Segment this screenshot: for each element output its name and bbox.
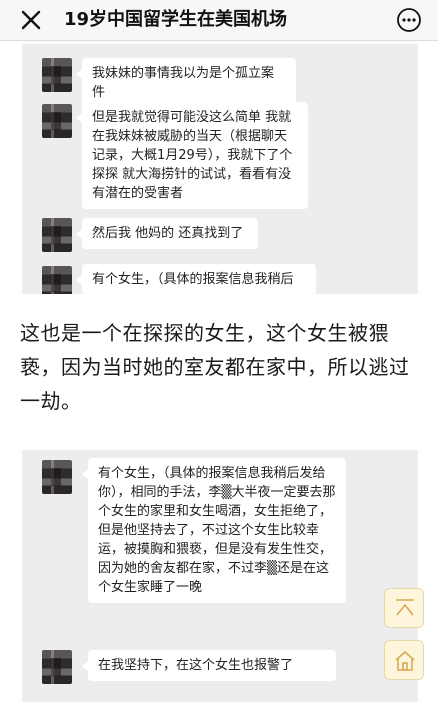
avatar	[42, 58, 72, 92]
article-paragraph: 这也是一个在探探的女生，这个女生被猥亵，因为当时她的室友都在家中，所以逃过一劫。	[20, 321, 410, 413]
page-title: 19岁中国留学生在美国机场	[64, 9, 288, 30]
chevron-up-icon	[396, 599, 414, 616]
chat-screenshot-1: 我妹妹的事情我以为是个孤立案件 但是我就觉得可能没这么简单 我就在我妹妹被威胁的…	[22, 44, 418, 294]
avatar	[42, 266, 72, 294]
avatar	[42, 460, 72, 494]
close-icon[interactable]	[18, 7, 44, 33]
top-bar: 19岁中国留学生在美国机场	[0, 0, 438, 41]
avatar	[42, 104, 72, 138]
chat-message: 我妹妹的事情我以为是个孤立案件	[76, 58, 296, 108]
back-to-top-button[interactable]	[384, 588, 424, 628]
chat-message: 有个女生，（具体的报案信息我稍后	[76, 264, 316, 294]
more-icon[interactable]	[396, 7, 422, 33]
avatar	[42, 218, 72, 252]
chat-message: 有个女生，（具体的报案信息我稍后发给你），相同的手法，李▒大半夜一定要去那个女生…	[82, 458, 346, 603]
chat-message: 但是我就觉得可能没这么简单 我就在我妹妹被威胁的当天（根据聊天记录，大概1月29…	[76, 102, 308, 209]
home-button[interactable]	[384, 640, 424, 680]
chat-screenshot-2: 有个女生，（具体的报案信息我稍后发给你），相同的手法，李▒大半夜一定要去那个女生…	[22, 450, 418, 702]
avatar	[42, 650, 72, 684]
home-icon	[395, 650, 415, 671]
chat-message: 在我坚持下，在这个女生也报警了	[82, 650, 336, 681]
chat-message: 然后我 他妈的 还真找到了	[76, 218, 258, 249]
